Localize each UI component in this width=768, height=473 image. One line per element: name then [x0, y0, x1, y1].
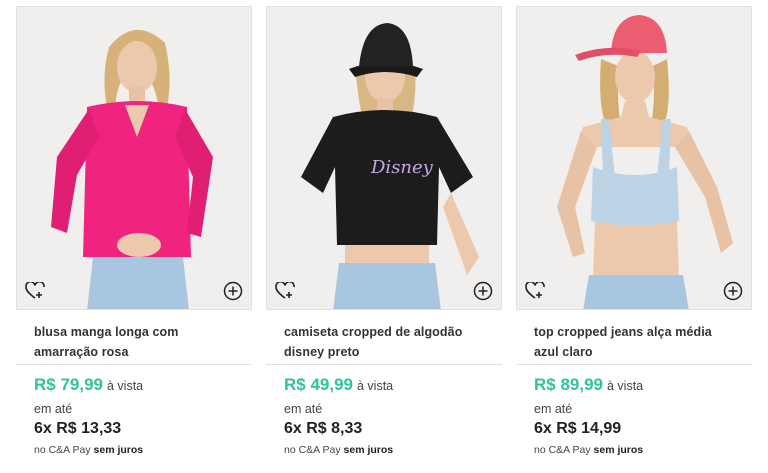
price-row: R$ 49,99 à vista: [284, 375, 393, 395]
cash-label: à vista: [107, 379, 144, 393]
divider: [516, 364, 752, 365]
add-to-cart-button[interactable]: [221, 279, 245, 303]
model-photo: [557, 15, 733, 309]
product-title[interactable]: camiseta cropped de algodão disney preto: [284, 322, 490, 362]
divider: [16, 364, 252, 365]
product-image[interactable]: [16, 6, 252, 310]
pay-info: no C&A Pay sem juros: [284, 444, 393, 456]
add-to-cart-button[interactable]: [721, 279, 745, 303]
favorite-button[interactable]: [523, 279, 547, 303]
price: R$ 89,99: [534, 375, 603, 394]
installment-prefix: em até: [284, 402, 323, 416]
pay-bold: sem juros: [93, 444, 144, 456]
installment-value: 6x R$ 14,99: [534, 420, 622, 437]
price-row: R$ 79,99 à vista: [34, 375, 143, 395]
divider: [266, 364, 502, 365]
favorite-button[interactable]: [23, 279, 47, 303]
add-to-cart-button[interactable]: [471, 279, 495, 303]
installment-prefix: em até: [534, 402, 573, 416]
cash-label: à vista: [357, 379, 394, 393]
pay-bold: sem juros: [343, 444, 394, 456]
pay-info: no C&A Pay sem juros: [534, 444, 643, 456]
pay-info: no C&A Pay sem juros: [34, 444, 143, 456]
favorite-button[interactable]: [273, 279, 297, 303]
installment-prefix: em até: [34, 402, 73, 416]
heart-plus-icon: [525, 282, 545, 299]
svg-text:Disney: Disney: [370, 157, 434, 178]
installment-value: 6x R$ 13,33: [34, 420, 122, 437]
product-card[interactable]: top cropped jeans alça média azul claro …: [516, 6, 752, 471]
heart-plus-icon: [275, 282, 295, 299]
pay-text: no C&A Pay: [534, 444, 591, 456]
heart-plus-icon: [25, 282, 45, 299]
model-photo: [51, 29, 213, 309]
plus-circle-icon: [473, 281, 493, 301]
cash-label: à vista: [607, 379, 644, 393]
product-title[interactable]: top cropped jeans alça média azul claro: [534, 322, 740, 362]
pay-text: no C&A Pay: [284, 444, 341, 456]
product-title[interactable]: blusa manga longa com amarração rosa: [34, 322, 240, 362]
product-image[interactable]: Disney: [266, 6, 502, 310]
model-photo: Disney: [301, 23, 479, 309]
price: R$ 79,99: [34, 375, 103, 394]
pay-text: no C&A Pay: [34, 444, 91, 456]
plus-circle-icon: [223, 281, 243, 301]
price: R$ 49,99: [284, 375, 353, 394]
price-row: R$ 89,99 à vista: [534, 375, 643, 395]
pay-bold: sem juros: [593, 444, 644, 456]
product-card[interactable]: blusa manga longa com amarração rosa R$ …: [16, 6, 252, 471]
installment-value: 6x R$ 8,33: [284, 420, 363, 437]
product-card[interactable]: Disney camiseta cropped de algodão disne…: [266, 6, 502, 471]
product-image[interactable]: [516, 6, 752, 310]
plus-circle-icon: [723, 281, 743, 301]
